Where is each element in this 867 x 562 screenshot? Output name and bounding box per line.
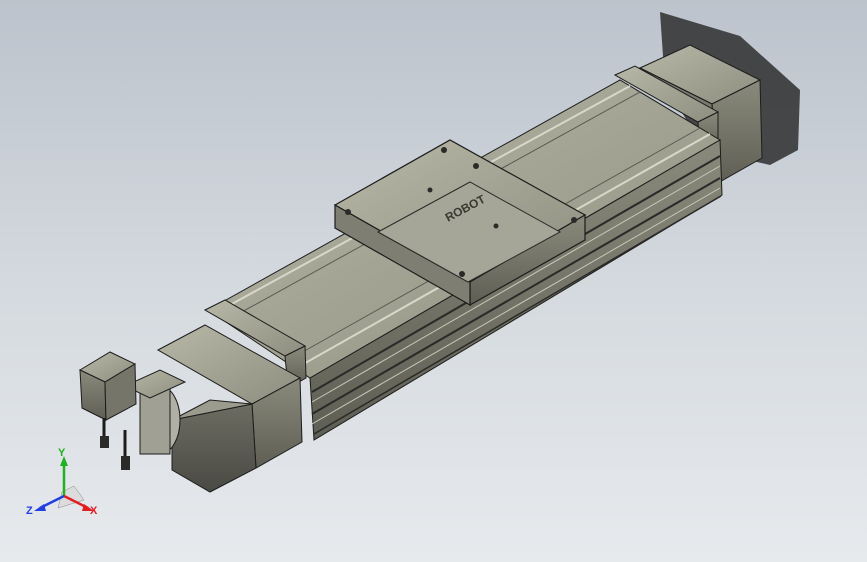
axis-triad: Y X Z [22,448,112,528]
cad-model[interactable]: ROBOT [0,0,867,562]
graphics-viewport[interactable]: ROBOT Y X Z [0,0,867,562]
z-axis-label: Z [26,505,33,517]
y-axis-label: Y [58,447,66,459]
x-axis-label: X [90,505,98,517]
